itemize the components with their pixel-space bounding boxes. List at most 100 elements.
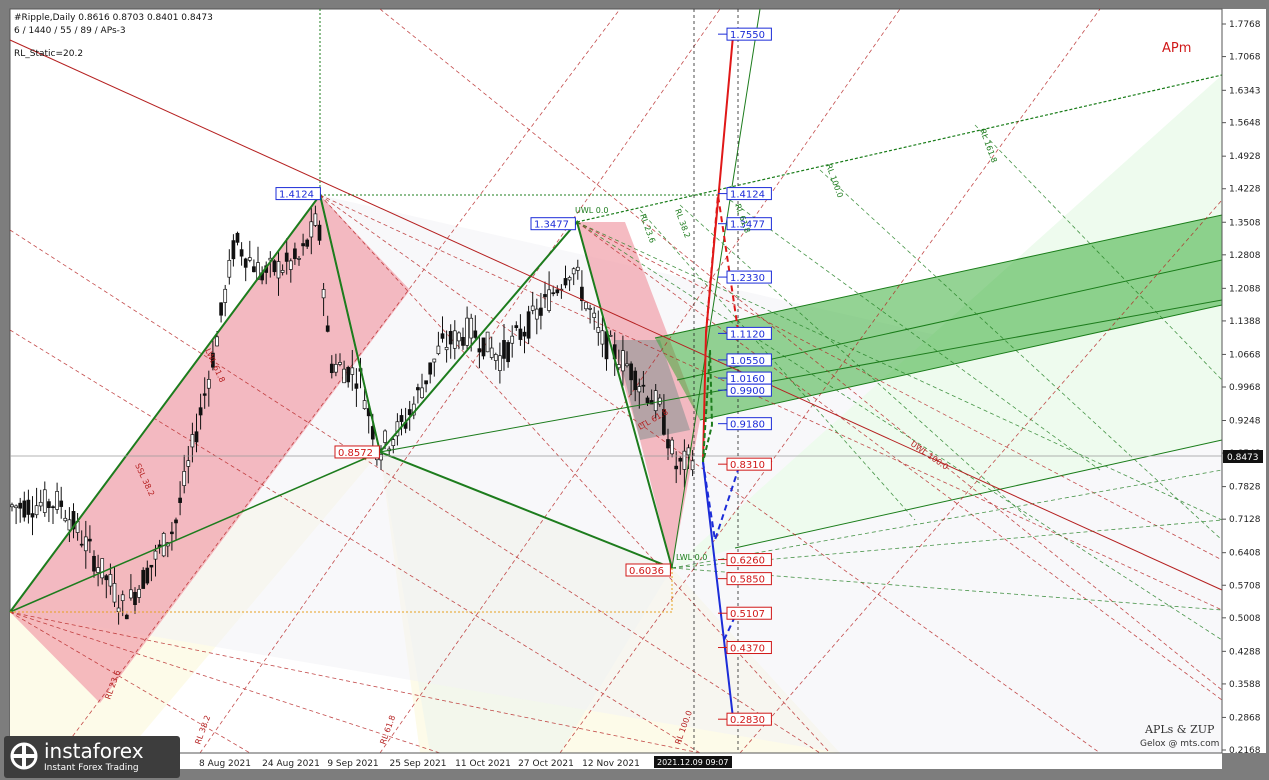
candle-body bbox=[637, 386, 642, 393]
candle-body bbox=[178, 497, 182, 503]
candle-body bbox=[284, 252, 289, 262]
candle-body bbox=[633, 370, 638, 391]
candle-body bbox=[120, 594, 125, 601]
candle-body bbox=[235, 232, 240, 243]
wave-point-value: 0.8572 bbox=[338, 448, 373, 459]
candle-body bbox=[88, 538, 92, 542]
candle-body bbox=[223, 288, 228, 303]
candle-body bbox=[452, 330, 457, 349]
rl-static: RL_Static=20.2 bbox=[14, 49, 83, 59]
candle-body bbox=[10, 504, 14, 508]
candle-body bbox=[399, 415, 404, 422]
wave-point-value: 0.6036 bbox=[629, 566, 664, 577]
candle-body bbox=[26, 499, 31, 515]
chart-canvas[interactable]: 1.7550 1.4124 1.3477 1.2330 1.1120 1.0550 1.01… bbox=[0, 0, 1269, 780]
candle-body bbox=[14, 505, 18, 509]
candle-body bbox=[653, 390, 658, 412]
candle-body bbox=[239, 249, 244, 257]
candle-body bbox=[571, 268, 576, 275]
candle-body bbox=[338, 362, 342, 365]
candle-body bbox=[563, 278, 568, 286]
candle-body bbox=[428, 362, 433, 375]
candle-body bbox=[432, 358, 437, 363]
candle-body bbox=[510, 335, 515, 344]
candle-body bbox=[465, 317, 469, 346]
candle-body bbox=[100, 558, 105, 579]
candle-body bbox=[96, 567, 100, 573]
candle-body bbox=[436, 345, 441, 355]
x-tick-label: 27 Oct 2021 bbox=[518, 759, 574, 769]
x-tick-label: 8 Aug 2021 bbox=[199, 759, 251, 769]
y-tick-label: 0.5708 bbox=[1229, 581, 1261, 591]
candle-body bbox=[317, 224, 322, 241]
candle-body bbox=[137, 588, 141, 598]
level-value: 1.7550 bbox=[730, 30, 765, 41]
y-tick-label: 0.5008 bbox=[1229, 614, 1261, 624]
candle-body bbox=[379, 454, 383, 461]
candle-body bbox=[280, 270, 285, 273]
y-tick-label: 0.9248 bbox=[1229, 417, 1261, 427]
candle-body bbox=[42, 489, 47, 513]
x-tick-label: 11 Oct 2021 bbox=[455, 759, 511, 769]
credit-1: APLs & ZUP bbox=[1144, 723, 1215, 736]
candle-body bbox=[112, 583, 117, 603]
candle-body bbox=[305, 239, 310, 247]
candle-body bbox=[215, 336, 219, 347]
candle-body bbox=[473, 330, 478, 338]
candle-body bbox=[206, 378, 211, 389]
candle-body bbox=[641, 384, 646, 387]
y-tick-label: 1.2808 bbox=[1229, 251, 1261, 261]
candle-body bbox=[674, 465, 679, 470]
y-tick-label: 0.4288 bbox=[1229, 647, 1261, 657]
candle-body bbox=[608, 334, 613, 337]
candle-body bbox=[342, 368, 346, 384]
y-tick-label: 1.5648 bbox=[1229, 119, 1261, 129]
y-tick-label: 0.7828 bbox=[1229, 483, 1261, 493]
time-axis: 8 Aug 2021 24 Aug 2021 9 Sep 2021 25 Sep 20… bbox=[10, 752, 1222, 769]
candle-body bbox=[186, 460, 191, 467]
candle-body bbox=[38, 501, 43, 507]
candle-body bbox=[354, 383, 359, 389]
y-tick-label: 0.7128 bbox=[1229, 515, 1261, 525]
candle-body bbox=[522, 331, 527, 337]
candle-body bbox=[301, 243, 305, 247]
date-cursor: 2021.12.09 09:07 bbox=[657, 758, 728, 767]
candle-body bbox=[190, 434, 195, 448]
candle-body bbox=[498, 355, 502, 371]
candle-body bbox=[288, 260, 293, 270]
candle-body bbox=[481, 337, 486, 357]
candle-body bbox=[198, 407, 203, 416]
candle-body bbox=[153, 550, 158, 560]
candle-body bbox=[174, 519, 178, 524]
logo-sub: Instant Forex Trading bbox=[44, 763, 139, 773]
candle-body bbox=[329, 363, 334, 374]
y-tick-label: 1.3508 bbox=[1229, 218, 1261, 228]
candle-body bbox=[514, 325, 519, 328]
candle-body bbox=[592, 312, 597, 318]
candle-body bbox=[543, 294, 547, 298]
candle-body bbox=[145, 567, 150, 584]
candle-body bbox=[477, 348, 482, 353]
candle-body bbox=[457, 332, 461, 342]
y-tick-label: 1.7768 bbox=[1229, 20, 1261, 30]
wave-point-value: 1.3477 bbox=[534, 220, 569, 231]
level-value: 0.5850 bbox=[730, 575, 765, 586]
y-tick-label: 1.2088 bbox=[1229, 284, 1261, 294]
candle-body bbox=[625, 363, 629, 367]
candle-body bbox=[30, 513, 35, 518]
candle-body bbox=[547, 289, 551, 311]
level-value: 1.0550 bbox=[730, 356, 765, 367]
credit-2: Gelox @ mts.com bbox=[1140, 739, 1219, 749]
y-tick-label: 0.9968 bbox=[1229, 383, 1261, 393]
y-tick-label: 0.2868 bbox=[1229, 713, 1261, 723]
candle-body bbox=[539, 307, 543, 316]
params-line: 6 / 1440 / 55 / 89 / APs-3 bbox=[14, 26, 126, 36]
candle-body bbox=[416, 387, 420, 391]
level-value: 0.9180 bbox=[730, 420, 765, 431]
chart-window: 1.7550 1.4124 1.3477 1.2330 1.1120 1.0550 1.01… bbox=[0, 0, 1269, 780]
candle-body bbox=[202, 393, 207, 396]
current-price: 0.8473 bbox=[1227, 453, 1259, 463]
level-value: 1.0160 bbox=[730, 374, 765, 385]
candle-body bbox=[59, 500, 64, 507]
candle-body bbox=[530, 305, 535, 311]
